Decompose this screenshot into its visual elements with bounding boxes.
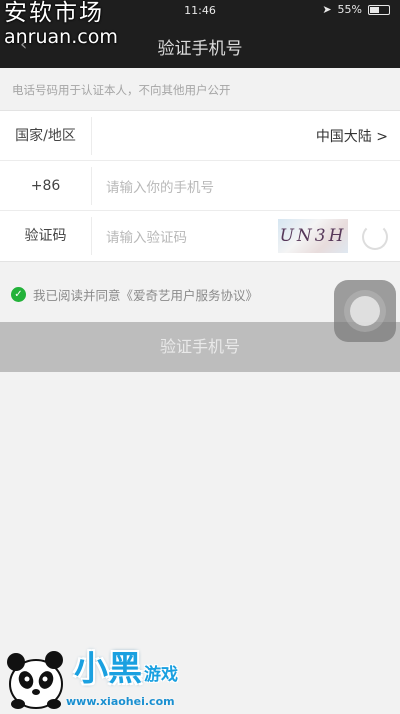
watermark-brand-url: www.xiaohei.com: [66, 695, 175, 708]
panda-logo-icon: [7, 651, 63, 709]
country-row[interactable]: 国家/地区 中国大陆 >: [0, 111, 400, 161]
agreement-row[interactable]: ✓ 我已阅读并同意《爱奇艺用户服务协议》: [11, 285, 258, 304]
code-input[interactable]: 请输入验证码: [92, 226, 400, 246]
battery-percent: 55%: [337, 3, 362, 16]
refresh-icon[interactable]: [362, 224, 388, 250]
status-indicators: ➤ 55%: [322, 3, 390, 16]
watermark-brand-small: 游戏: [144, 665, 178, 685]
country-label: 国家/地区: [0, 116, 92, 155]
check-icon[interactable]: ✓: [11, 287, 26, 302]
phone-prefix: +86: [0, 166, 92, 205]
watermark-anruan-chinese: 安软市场: [4, 0, 104, 26]
watermark-brand-big: 小黑: [74, 649, 142, 689]
watermark-anruan: 安软市场 anruan.com: [4, 2, 118, 47]
phone-input[interactable]: 请输入你的手机号: [92, 176, 400, 196]
phone-row: +86 请输入你的手机号: [0, 161, 400, 211]
code-label: 验证码: [0, 217, 92, 255]
watermark-anruan-url: anruan.com: [4, 26, 118, 48]
assistive-touch-button[interactable]: [334, 280, 396, 342]
agreement-text[interactable]: 我已阅读并同意《爱奇艺用户服务协议》: [33, 285, 258, 304]
code-row: 验证码 请输入验证码 UN3H: [0, 211, 400, 261]
watermark-brand: 小黑 游戏: [74, 652, 178, 686]
location-icon: ➤: [322, 3, 332, 16]
country-value[interactable]: 中国大陆 >: [316, 126, 388, 146]
assistive-touch-icon: [350, 296, 380, 326]
privacy-hint: 电话号码用于认证本人，不向其他用户公开: [12, 83, 231, 97]
watermark-xiaohei: 小黑 游戏 www.xiaohei.com: [0, 640, 210, 714]
captcha-image[interactable]: UN3H: [278, 219, 348, 253]
battery-icon: [368, 4, 390, 15]
phone-form: 国家/地区 中国大陆 > +86 请输入你的手机号 验证码 请输入验证码 UN3…: [0, 110, 400, 262]
